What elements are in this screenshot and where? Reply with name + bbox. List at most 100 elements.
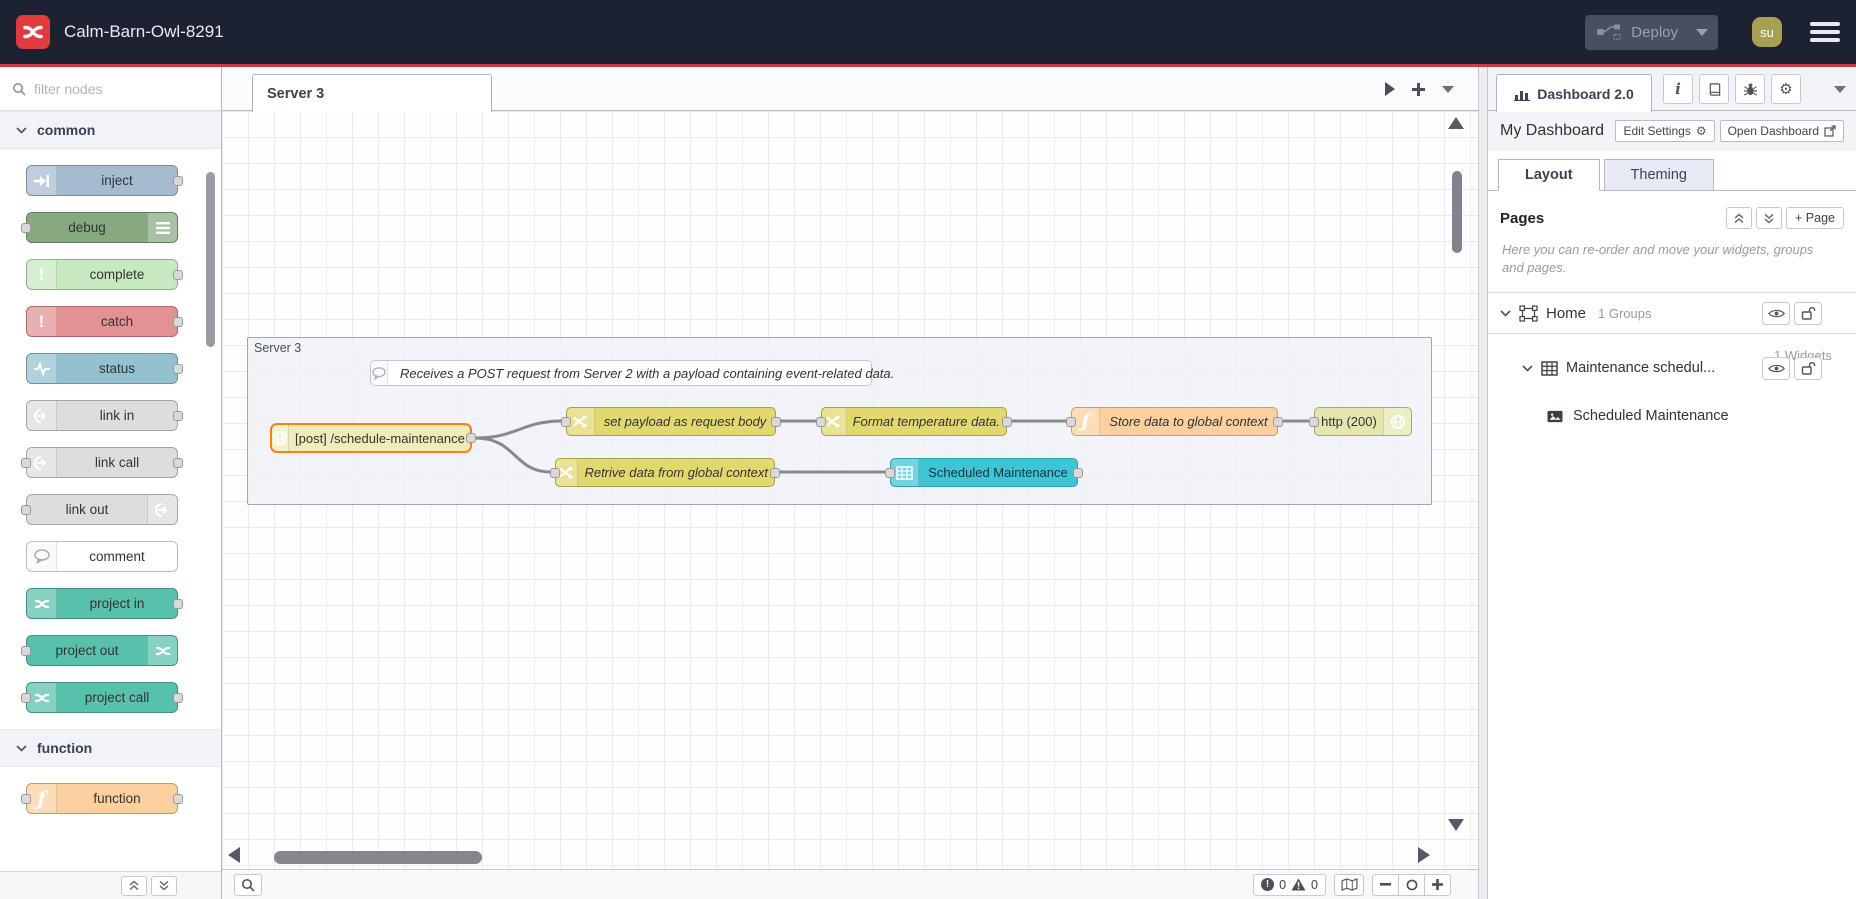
info-tab-button[interactable]: i: [1663, 74, 1693, 104]
tree-row-widget-scheduled-maintenance[interactable]: Scheduled Maintenance: [1488, 398, 1856, 434]
palette-scrollbar-thumb[interactable]: [206, 172, 215, 347]
debug-tab-button[interactable]: [1735, 74, 1765, 104]
open-dashboard-button[interactable]: Open Dashboard: [1719, 120, 1844, 142]
output-port: [173, 410, 183, 421]
chevron-down-icon[interactable]: [1500, 310, 1511, 317]
palette-category-common[interactable]: common: [0, 111, 221, 149]
globe-icon: [272, 425, 289, 451]
canvas-scroll-up-icon[interactable]: [1448, 117, 1464, 129]
palette-node-link-in[interactable]: link in: [26, 400, 183, 431]
palette-node-label: link call: [94, 455, 140, 470]
palette-node-project-out[interactable]: project out: [21, 635, 178, 666]
main-menu-button[interactable]: [1810, 22, 1840, 42]
palette-filter-input[interactable]: [34, 80, 184, 97]
collapse-all-categories-button[interactable]: [121, 875, 147, 896]
output-port[interactable]: [770, 467, 780, 478]
user-avatar[interactable]: su: [1752, 17, 1782, 47]
output-port[interactable]: [771, 416, 781, 427]
palette-node-catch[interactable]: ! catch: [26, 306, 183, 337]
output-port[interactable]: [466, 433, 476, 443]
input-port[interactable]: [550, 467, 560, 478]
output-port: [173, 175, 183, 186]
palette-node-function[interactable]: ƒ function: [21, 783, 183, 814]
flow-node-comment[interactable]: Receives a POST request from Server 2 wi…: [370, 360, 894, 386]
output-port[interactable]: [1273, 416, 1283, 427]
help-tab-button[interactable]: [1699, 74, 1729, 104]
palette-node-status[interactable]: status: [26, 353, 183, 384]
expand-all-categories-button[interactable]: [151, 875, 177, 896]
input-port[interactable]: [1066, 416, 1076, 427]
edit-settings-button[interactable]: Edit Settings ⚙: [1615, 120, 1715, 142]
tab-theming[interactable]: Theming: [1603, 159, 1714, 191]
flow-node-change-set-payload[interactable]: set payload as request body: [561, 407, 781, 436]
pages-help-text: Here you can re-order and move your widg…: [1502, 242, 1814, 275]
project-out-icon: [147, 636, 177, 665]
tab-layout[interactable]: Layout: [1498, 159, 1600, 191]
flow-node-function-store-global[interactable]: ƒ Store data to global context: [1066, 407, 1283, 436]
sidebar-splitter[interactable]: [1478, 67, 1488, 899]
output-port[interactable]: [1073, 467, 1083, 478]
deploy-button[interactable]: Deploy: [1585, 14, 1718, 50]
input-port[interactable]: [561, 416, 571, 427]
change-icon: [567, 408, 595, 435]
collapse-all-pages-button[interactable]: [1726, 207, 1753, 229]
palette-node-link-out[interactable]: link out: [21, 494, 178, 525]
palette-category-function[interactable]: function: [0, 729, 221, 767]
flow-node-ui-table[interactable]: Scheduled Maintenance: [885, 458, 1083, 487]
canvas-footer: ! 0 0: [222, 869, 1478, 899]
palette-node-debug[interactable]: debug: [21, 212, 178, 243]
notification-counts[interactable]: ! 0 0: [1253, 873, 1326, 896]
input-port[interactable]: [816, 416, 826, 427]
flow-node-change-format-temperature[interactable]: Format temperature data.: [816, 407, 1012, 436]
sidebar-tab-dashboard[interactable]: Dashboard 2.0: [1496, 74, 1652, 112]
input-port[interactable]: [885, 467, 895, 478]
navigator-button[interactable]: [1334, 873, 1364, 896]
palette-node-complete[interactable]: ! complete: [26, 259, 183, 290]
sidebar-menu-caret-icon[interactable]: [1834, 86, 1846, 93]
widget-label: Scheduled Maintenance: [1573, 408, 1729, 425]
group-label: Maintenance schedul...: [1566, 360, 1716, 377]
lock-toggle-button[interactable]: [1794, 301, 1822, 325]
flow-canvas[interactable]: Server 3 Receives a POST request from Se…: [222, 111, 1478, 869]
workspace-tab-server-3[interactable]: Server 3: [252, 74, 492, 112]
zoom-reset-button[interactable]: [1398, 873, 1425, 896]
canvas-hscrollbar-thumb[interactable]: [274, 851, 482, 864]
complete-icon: !: [27, 260, 57, 289]
function-icon: ƒ: [27, 784, 57, 813]
palette-node-comment[interactable]: comment: [26, 541, 178, 572]
add-page-button[interactable]: + Page: [1786, 207, 1844, 229]
lock-toggle-button[interactable]: [1794, 356, 1822, 380]
visibility-toggle-button[interactable]: [1762, 356, 1790, 380]
input-port[interactable]: [1309, 416, 1319, 427]
search-flows-button[interactable]: [234, 873, 262, 896]
palette-node-project-call[interactable]: project call: [21, 682, 183, 713]
table-icon: [1541, 360, 1558, 376]
flow-node-change-retrieve-global[interactable]: Retrive data from global context: [550, 458, 780, 487]
flow-node-http-in[interactable]: [post] /schedule-maintenance: [270, 423, 476, 453]
canvas-scroll-right-icon[interactable]: [1418, 847, 1430, 863]
next-tab-icon[interactable]: [1385, 82, 1395, 96]
chevron-down-icon[interactable]: [1522, 365, 1533, 372]
expand-all-pages-button[interactable]: [1756, 207, 1783, 229]
input-port: [21, 645, 31, 656]
zoom-out-button[interactable]: [1372, 873, 1399, 896]
canvas-scroll-left-icon[interactable]: [228, 847, 240, 863]
palette-node-link-call[interactable]: link call: [21, 447, 183, 478]
tree-row-group-maintenance[interactable]: Maintenance schedul... 1 Widgets: [1488, 348, 1856, 388]
flow-node-http-response[interactable]: http (200): [1309, 407, 1412, 436]
add-flow-button[interactable]: [1411, 82, 1426, 97]
config-nodes-tab-button[interactable]: ⚙: [1771, 74, 1801, 104]
canvas-vscrollbar-thumb[interactable]: [1452, 171, 1462, 253]
canvas-scroll-down-icon[interactable]: [1448, 819, 1464, 831]
tree-row-page-home[interactable]: Home 1 Groups: [1488, 292, 1856, 335]
tab-list-icon[interactable]: [1442, 85, 1454, 93]
palette-node-project-in[interactable]: project in: [26, 588, 183, 619]
palette-search[interactable]: [0, 67, 221, 111]
external-link-icon: [1824, 125, 1836, 137]
visibility-toggle-button[interactable]: [1762, 301, 1790, 325]
output-port[interactable]: [1002, 416, 1012, 427]
comment-icon: [371, 361, 388, 385]
deploy-options-caret-icon[interactable]: [1696, 28, 1708, 36]
zoom-in-button[interactable]: [1424, 873, 1451, 896]
palette-node-inject[interactable]: inject: [26, 165, 183, 196]
